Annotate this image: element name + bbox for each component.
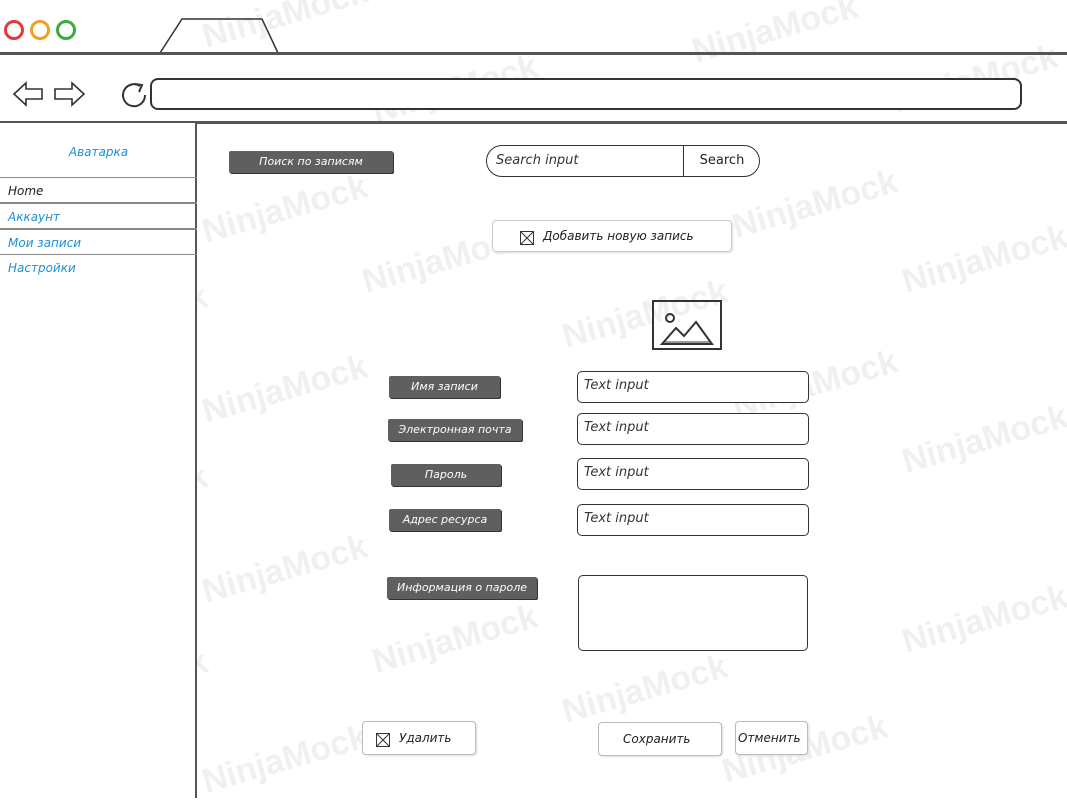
cancel-button[interactable]: Отменить bbox=[735, 721, 808, 755]
delete-label: Удалить bbox=[399, 731, 452, 745]
save-label: Сохранить bbox=[623, 732, 691, 746]
password-input[interactable]: Text input bbox=[577, 458, 809, 490]
minimize-window-button[interactable] bbox=[30, 20, 50, 40]
maximize-window-button[interactable] bbox=[56, 20, 76, 40]
sidebar-avatar-label[interactable]: Аватарка bbox=[0, 145, 197, 159]
watermark: NinjaMock bbox=[367, 597, 542, 681]
resource-address-label: Адрес ресурса bbox=[389, 509, 501, 531]
forward-arrow-icon[interactable] bbox=[52, 78, 88, 110]
search-button[interactable]: Search bbox=[684, 145, 760, 177]
checkbox-x-icon bbox=[376, 733, 390, 747]
record-name-input[interactable]: Text input bbox=[577, 371, 809, 403]
image-placeholder-icon bbox=[652, 300, 722, 350]
watermark: NinjaMock bbox=[557, 647, 732, 731]
address-bar[interactable] bbox=[150, 78, 1022, 110]
save-button[interactable]: Сохранить bbox=[598, 722, 722, 756]
watermark: NinjaMock bbox=[197, 347, 372, 431]
sidebar-item-my-records[interactable]: Мои записи bbox=[0, 229, 197, 255]
password-info-label: Информация о пароле bbox=[387, 577, 537, 599]
checkbox-x-icon bbox=[520, 231, 534, 245]
search-records-label: Поиск по записям bbox=[229, 151, 393, 173]
email-label: Электронная почта bbox=[388, 419, 522, 441]
password-label: Пароль bbox=[391, 464, 501, 486]
sidebar-item-home[interactable]: Home bbox=[0, 177, 197, 203]
watermark: NinjaMock bbox=[197, 717, 372, 801]
email-input[interactable]: Text input bbox=[577, 413, 809, 445]
watermark: NinjaMock bbox=[197, 527, 372, 611]
resource-address-input[interactable]: Text input bbox=[577, 504, 809, 536]
sidebar-item-settings[interactable]: Настройки bbox=[0, 255, 197, 281]
cancel-label: Отменить bbox=[738, 731, 801, 745]
close-window-button[interactable] bbox=[4, 20, 24, 40]
back-arrow-icon[interactable] bbox=[12, 78, 46, 110]
record-name-label: Имя записи bbox=[389, 376, 500, 398]
add-record-label: Добавить новую запись bbox=[543, 229, 694, 243]
watermark: NinjaMock bbox=[897, 577, 1067, 661]
add-record-button[interactable]: Добавить новую запись bbox=[492, 220, 732, 252]
watermark: NinjaMock bbox=[897, 217, 1067, 301]
reload-icon[interactable] bbox=[118, 78, 150, 110]
watermark: NinjaMock bbox=[197, 167, 372, 251]
sidebar-item-account[interactable]: Аккаунт bbox=[0, 203, 197, 229]
delete-button[interactable]: Удалить bbox=[362, 721, 476, 755]
browser-tab[interactable] bbox=[160, 15, 285, 55]
search-input[interactable]: Search input bbox=[486, 145, 684, 177]
password-info-textarea[interactable] bbox=[578, 575, 808, 651]
watermark: NinjaMock bbox=[897, 397, 1067, 481]
